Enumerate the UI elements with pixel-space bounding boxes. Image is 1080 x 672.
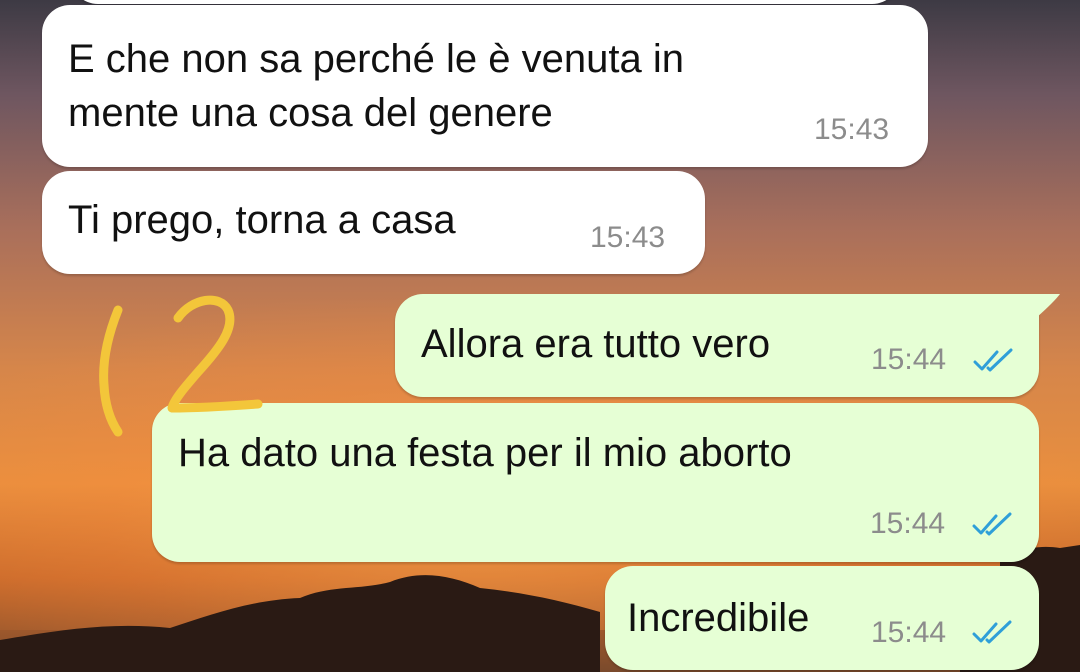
previous-message-bubble-edge [70,0,900,4]
message-time: 15:43 [814,113,890,146]
message-time: 15:44 [871,616,947,649]
incoming-message-bubble[interactable]: E che non sa perché le è venuta in mente… [42,5,928,167]
outgoing-message-bubble[interactable]: Ha dato una festa per il mio aborto 15:4… [152,403,1039,562]
outgoing-message-bubble[interactable]: Incredibile 15:44 [605,566,1039,670]
message-text-line2: mente una cosa del genere [68,91,553,135]
message-text-line1: E che non sa perché le è venuta in [68,37,684,81]
read-double-check-icon [973,348,1013,372]
incoming-message-bubble[interactable]: Ti prego, torna a casa 15:43 [42,171,705,274]
message-time: 15:44 [870,507,946,540]
message-text: Incredibile [627,596,810,640]
message-text: Ti prego, torna a casa [68,198,456,242]
bubble-tail [1036,294,1060,318]
message-time: 15:43 [590,221,666,254]
read-double-check-icon [972,620,1012,644]
handwritten-annotation-icon [99,295,263,437]
message-time: 15:44 [871,343,947,376]
outgoing-message-bubble[interactable]: Allora era tutto vero 15:44 [395,294,1039,397]
message-text: Allora era tutto vero [421,322,771,366]
read-double-check-icon [972,512,1012,536]
